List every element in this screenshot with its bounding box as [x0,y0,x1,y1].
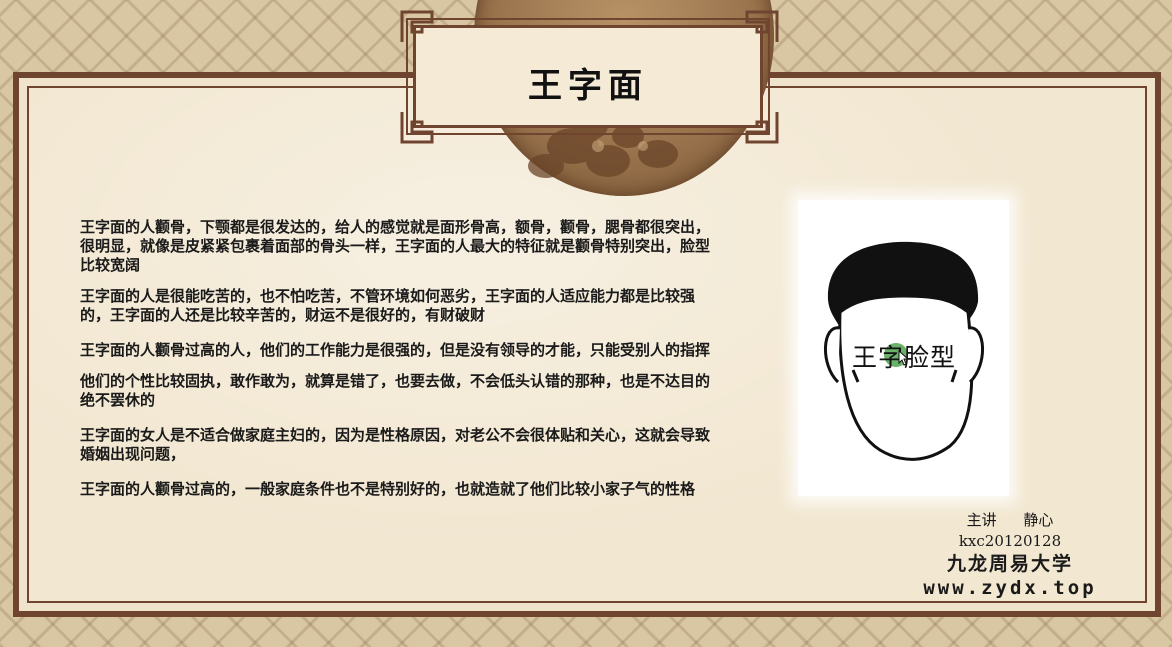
paragraph: 王字面的人颧骨，下颚都是很发达的，给人的感觉就是面形骨高，额骨，颧骨，腮骨都很突… [80,218,711,274]
paragraph: 王字面的人颧骨过高的，一般家庭条件也不是特别好的，也就造就了他们比较小家子气的性… [80,480,696,498]
face-type-label: 王字脸型 [852,338,992,374]
organization-name: 九龙周易大学 [946,553,1073,575]
paragraph: 王字面的人颧骨过高的人，他们的工作能力是很强的，但是没有领导的才能，只能受别人的… [80,341,711,359]
contact-id: kxc20120128 [958,532,1062,550]
corner-ornament-icon [400,10,434,42]
paragraph: 他们的个性比较固执，敢作敢为，就算是错了，也要去做，不会低头认错的那种，也是不达… [80,372,711,409]
title-box: 王字面 [406,18,770,135]
website-link[interactable]: www.zydx.top [900,577,1120,599]
speaker-line: 主讲 静心 [900,510,1120,531]
corner-ornament-icon [400,112,434,144]
corner-ornament-icon [745,112,779,144]
speaker-name: 静心 [1023,511,1054,529]
credits: 主讲 静心 kxc20120128 九龙周易大学 www.zydx.top [900,510,1120,599]
face-illustration: 王字脸型 [798,200,1009,496]
paragraph: 王字面的女人是不适合做家庭主妇的，因为是性格原因，对老公不会很体贴和关心，这就会… [80,426,711,463]
page-title: 王字面 [528,66,648,106]
mouse-cursor-icon [898,350,910,366]
body-text: 王字面的人颧骨，下颚都是很发达的，给人的感觉就是面形骨高，额骨，颧骨，腮骨都很突… [80,218,720,511]
speaker-label: 主讲 [966,511,997,529]
paragraph: 王字面的人是很能吃苦的，也不怕吃苦，不管环境如何恶劣，王字面的人适应能力都是比较… [80,287,696,324]
corner-ornament-icon [745,10,779,42]
